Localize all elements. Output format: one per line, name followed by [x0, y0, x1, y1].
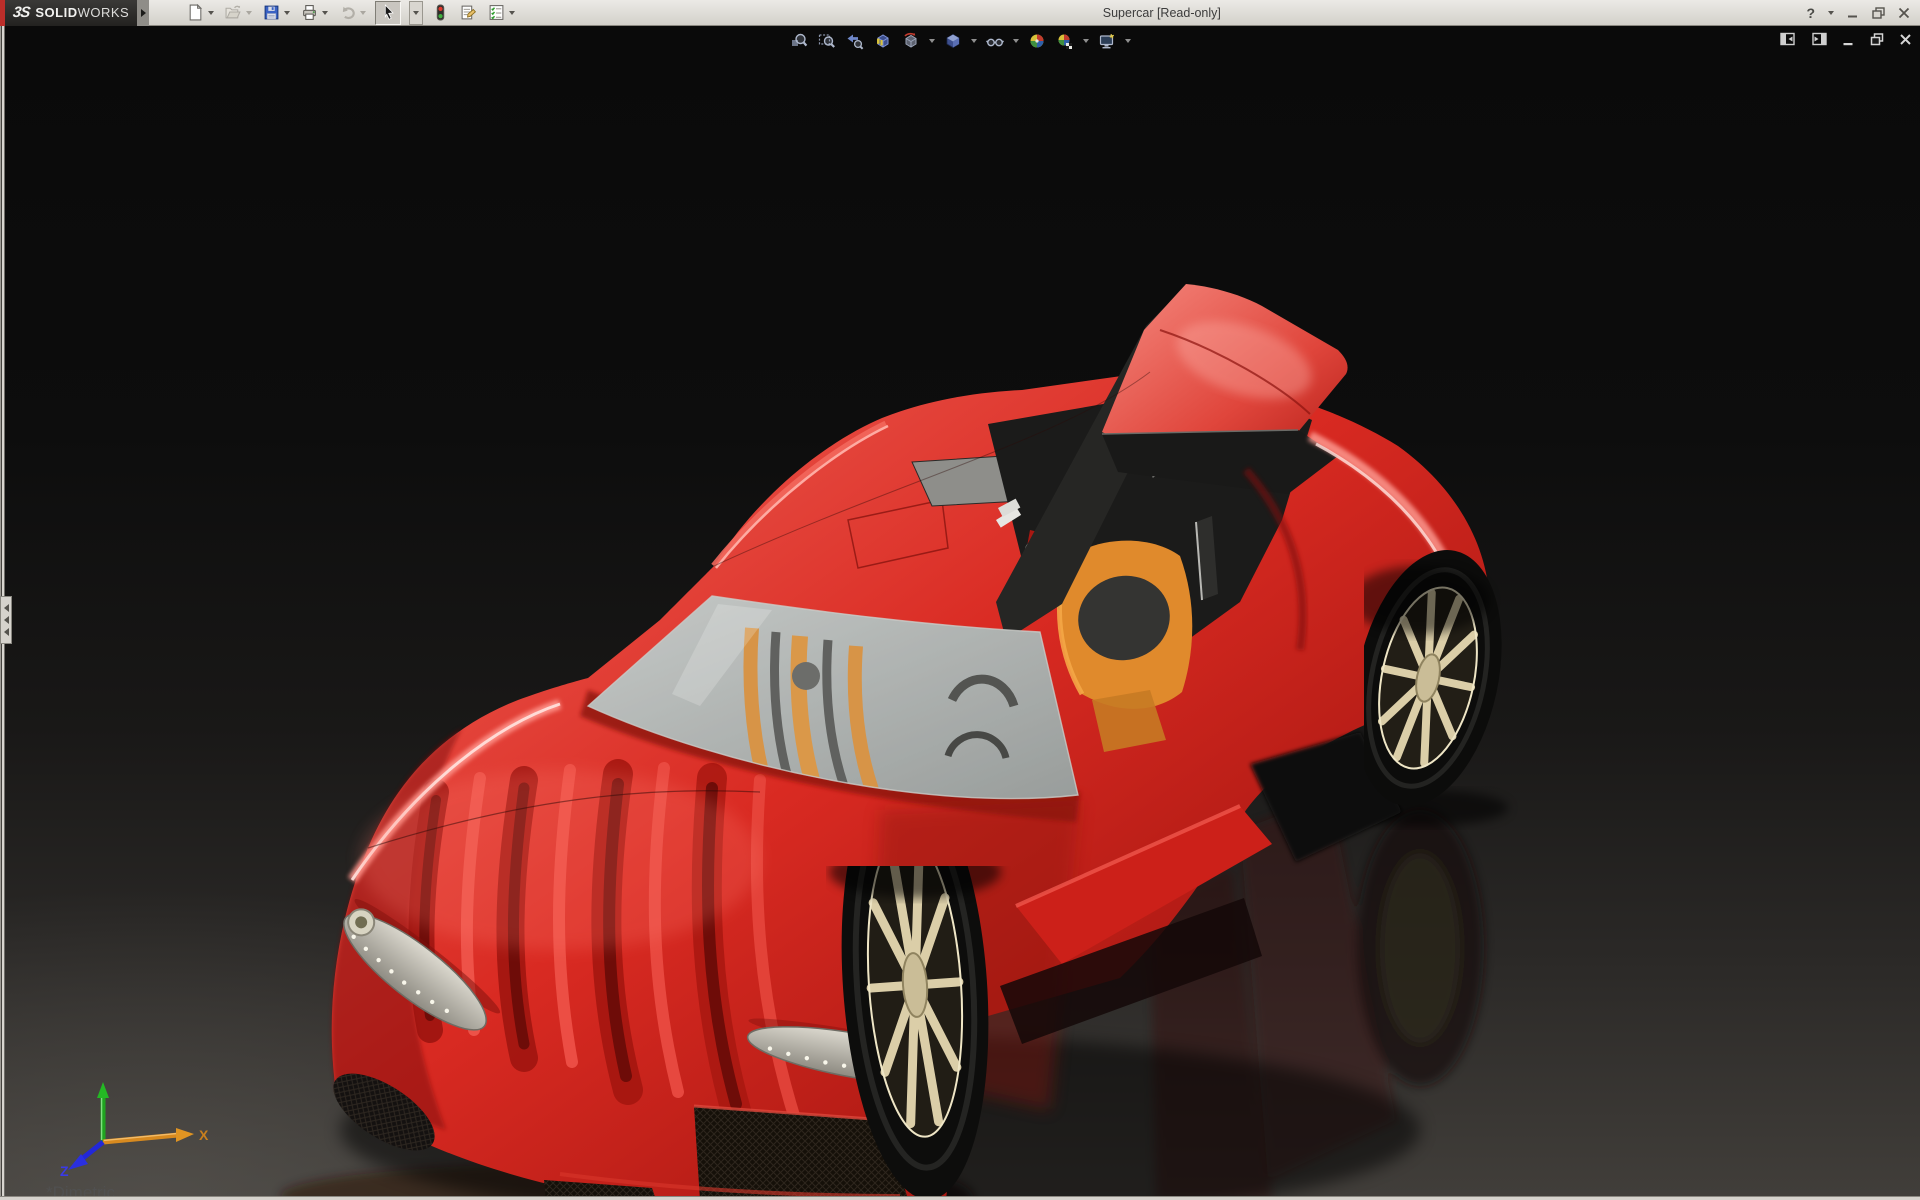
select-cursor-icon — [380, 4, 397, 21]
options-button[interactable] — [486, 1, 517, 25]
triad-x-label: X — [199, 1127, 209, 1143]
minimize-button[interactable] — [1847, 7, 1859, 19]
view-orientation-dropdown[interactable] — [929, 39, 935, 43]
save-button[interactable] — [261, 1, 292, 25]
open-button[interactable] — [223, 1, 254, 25]
show-right-pane-button[interactable] — [1811, 32, 1827, 46]
show-left-pane-button[interactable] — [1780, 32, 1796, 46]
display-style-icon — [944, 32, 962, 50]
triad-z-label: Z — [60, 1163, 69, 1179]
view-orientation-label: *Dimetric — [46, 1183, 115, 1196]
apply-scene-icon — [1056, 32, 1074, 50]
standard-toolbar — [185, 1, 517, 25]
doc-close-button[interactable] — [1899, 33, 1912, 46]
zoom-to-area-icon — [818, 32, 836, 50]
help-button[interactable]: ? — [1806, 5, 1815, 21]
rebuild-button[interactable] — [430, 1, 451, 25]
file-properties-button[interactable] — [458, 1, 479, 25]
heads-up-view-toolbar — [786, 29, 1134, 53]
options-checklist-icon — [488, 4, 505, 21]
hide-show-items-dropdown[interactable] — [1013, 39, 1019, 43]
save-icon — [263, 4, 280, 21]
hide-show-items-button[interactable] — [982, 29, 1008, 53]
previous-view-button[interactable] — [842, 29, 868, 53]
triad-z-axis: Z — [60, 1142, 103, 1179]
orientation-triad: X Z — [58, 1080, 228, 1180]
apply-scene-dropdown[interactable] — [1083, 39, 1089, 43]
brand-light: WORKS — [78, 5, 130, 20]
section-view-button[interactable] — [870, 29, 896, 53]
triad-y-axis — [97, 1082, 109, 1142]
collapse-arrow-icon — [4, 616, 9, 624]
rebuild-traffic-light-icon — [432, 4, 449, 21]
new-document-button[interactable] — [185, 1, 216, 25]
display-style-dropdown[interactable] — [971, 39, 977, 43]
menu-flyout-arrow-icon[interactable] — [137, 0, 149, 26]
file-properties-icon — [460, 4, 477, 21]
help-dropdown-icon[interactable] — [1828, 11, 1834, 15]
print-button[interactable] — [299, 1, 330, 25]
new-document-icon — [187, 4, 204, 21]
undo-icon — [339, 4, 356, 21]
hide-show-items-icon — [986, 32, 1004, 50]
print-icon — [301, 4, 318, 21]
zoom-to-fit-icon — [790, 32, 808, 50]
view-settings-icon — [1098, 32, 1116, 50]
zoom-to-fit-button[interactable] — [786, 29, 812, 53]
display-style-button[interactable] — [940, 29, 966, 53]
model-canvas[interactable] — [0, 26, 1920, 1196]
brand-bold: SOLID — [35, 5, 77, 20]
previous-view-icon — [846, 32, 864, 50]
restore-button[interactable] — [1872, 7, 1885, 19]
feature-panel-flyout-tab[interactable] — [0, 596, 12, 644]
section-view-icon — [874, 32, 892, 50]
edit-appearance-button[interactable] — [1024, 29, 1050, 53]
doc-restore-button[interactable] — [1870, 33, 1884, 46]
window-border-bottom — [0, 1196, 1920, 1200]
view-settings-dropdown[interactable] — [1125, 39, 1131, 43]
titlebar: 3S SOLIDWORKS — [0, 0, 1920, 26]
open-folder-icon — [225, 4, 242, 21]
undo-button[interactable] — [337, 1, 368, 25]
app-window-controls: ? — [1806, 5, 1920, 21]
view-orientation-icon — [902, 32, 920, 50]
select-dropdown[interactable] — [409, 1, 423, 25]
view-settings-button[interactable] — [1094, 29, 1120, 53]
solidworks-logo-icon: 3S — [12, 4, 31, 21]
brand-name: SOLIDWORKS — [35, 5, 129, 20]
solidworks-logo[interactable]: 3S SOLIDWORKS — [5, 0, 149, 26]
close-button[interactable] — [1898, 7, 1910, 19]
apply-scene-button[interactable] — [1052, 29, 1078, 53]
collapse-arrow-icon — [4, 628, 9, 636]
graphics-area[interactable]: X Z *Dimetric — [0, 26, 1920, 1196]
select-button[interactable] — [375, 1, 401, 25]
view-orientation-button[interactable] — [898, 29, 924, 53]
edit-appearance-icon — [1028, 32, 1046, 50]
document-window-controls — [1780, 32, 1912, 46]
doc-minimize-button[interactable] — [1842, 33, 1855, 46]
zoom-to-area-button[interactable] — [814, 29, 840, 53]
collapse-arrow-icon — [4, 604, 9, 612]
window-title: Supercar [Read-only] — [517, 6, 1806, 20]
triad-x-axis: X — [103, 1127, 209, 1143]
